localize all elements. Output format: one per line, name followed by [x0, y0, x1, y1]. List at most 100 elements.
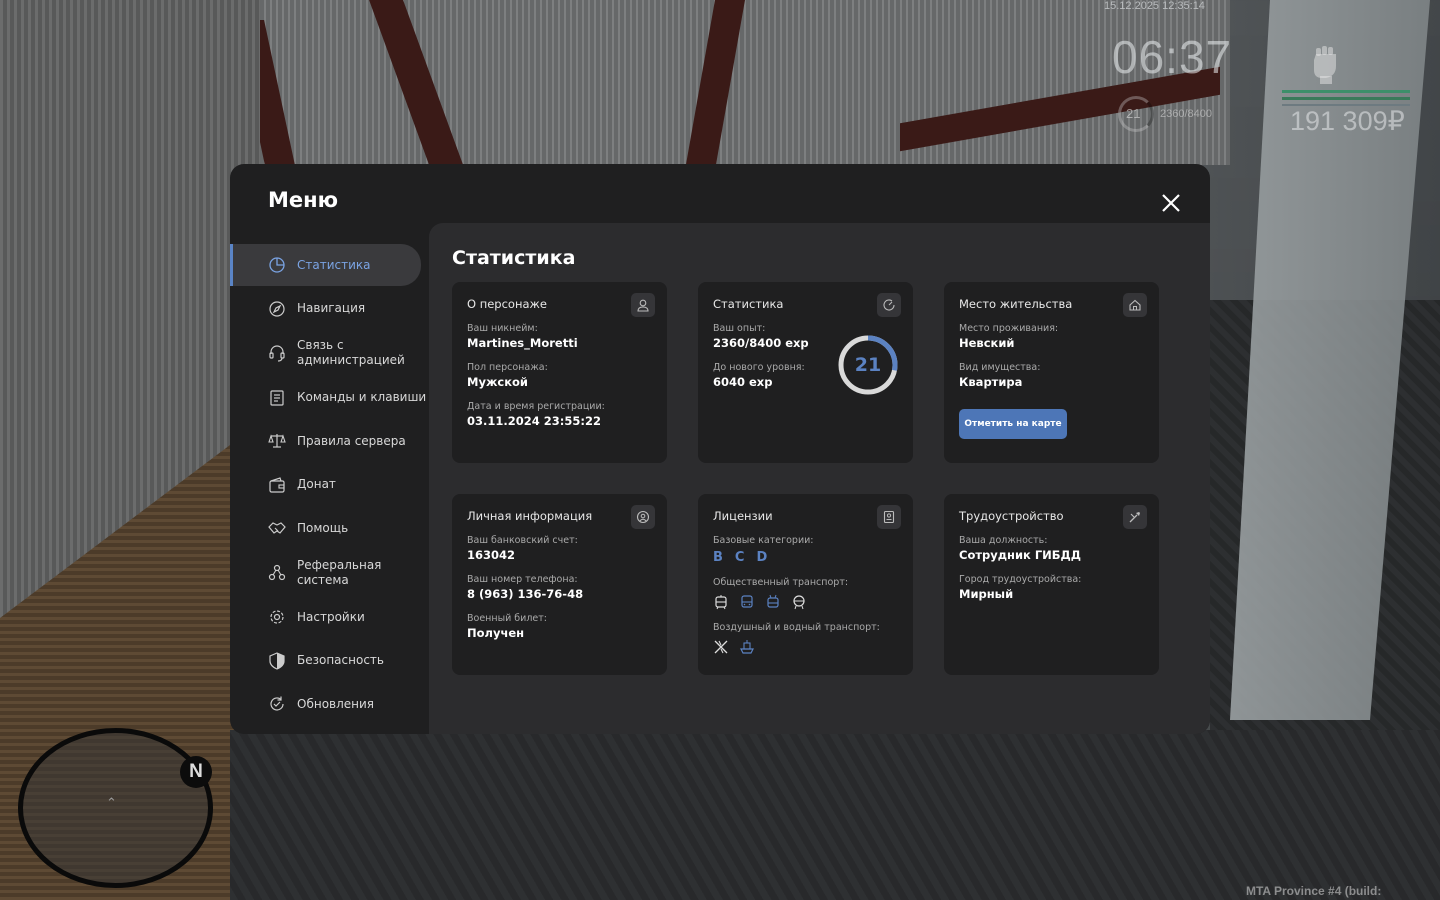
military-id-value: Получен [467, 626, 525, 640]
sidebar-item-label: Обновления [297, 696, 375, 711]
public-transport-icons [713, 594, 898, 610]
page-title: Статистика [452, 247, 576, 269]
sidebar-item-label: Навигация [297, 301, 366, 315]
sidebar-item-donate[interactable]: Донат [230, 464, 430, 506]
field-label: Место проживания: [959, 323, 1059, 334]
bank-account-value: 163042 [467, 548, 516, 562]
employment-city-value: Мирный [959, 587, 1014, 601]
card-title: Личная информация [467, 509, 593, 523]
field-label: Город трудоустройства: [959, 574, 1082, 585]
sidebar-item-help[interactable]: Помощь [230, 507, 430, 549]
build-info: MTA Province #4 (build: 6.12421.9) [1246, 884, 1382, 900]
document-icon [270, 389, 284, 406]
field-label: Вид имущества: [959, 362, 1041, 373]
card-title: Место жительства [959, 297, 1073, 311]
sidebar-item-statistics[interactable]: Статистика [230, 244, 421, 286]
level-progress-ring: 21 [837, 334, 899, 396]
sidebar-item-label: Правила сервера [297, 433, 406, 448]
field-label: Воздушный и водный транспорт: [713, 622, 880, 633]
menu-window: Меню Статистика Навигация Связь с админи… [230, 164, 1210, 734]
sidebar-item-admin-contact[interactable]: Связь с администрацией [230, 331, 430, 375]
licenses-card: Лицензии Базовые категории: B C D Общест… [698, 494, 913, 675]
position-value: Сотрудник ГИБДД [959, 548, 1082, 562]
hud-level: 21 [1126, 106, 1141, 121]
sidebar: Статистика Навигация Связь с администрац… [230, 244, 430, 727]
shield-icon [269, 651, 285, 670]
category-d: D [756, 550, 768, 565]
sidebar-item-label: Связь с администрацией [297, 338, 405, 367]
card-title: Статистика [713, 297, 784, 311]
field-label: Пол персонажа: [467, 362, 548, 373]
hud-clock: 06:37 [1112, 31, 1233, 83]
bottom-floor [230, 730, 1440, 900]
sidebar-item-settings[interactable]: Настройки [230, 596, 430, 638]
registration-value: 03.11.2024 23:55:22 [467, 414, 601, 428]
fist-icon [1314, 46, 1336, 84]
boat-icon [740, 640, 754, 654]
field-label: Ваш банковский счет: [467, 535, 578, 546]
sidebar-item-security[interactable]: Безопасность [230, 640, 430, 682]
pie-chart-icon [269, 257, 285, 273]
experience-card: Статистика Ваш опыт: 2360/8400 exp До но… [698, 282, 913, 463]
hud-exp: 2360/8400 [1160, 108, 1212, 120]
hud-datetime: 15.12.2025 12:35:14 [1104, 0, 1205, 12]
sidebar-item-label: Помощь [297, 520, 349, 535]
metro-icon [793, 595, 805, 610]
tram-icon [715, 595, 727, 610]
property-value: Квартира [959, 375, 1023, 389]
sidebar-item-navigation[interactable]: Навигация [230, 288, 430, 330]
handshake-icon [268, 522, 286, 534]
field-label: Ваш никнейм: [467, 323, 538, 334]
field-label: Ваш номер телефона: [467, 574, 578, 585]
phone-value: 8 (963) 136-76-48 [467, 587, 584, 601]
sidebar-item-updates[interactable]: Обновления [230, 683, 430, 725]
sidebar-item-referral[interactable]: Реферальная система [230, 551, 430, 595]
sidebar-item-commands[interactable]: Команды и клавиши [230, 377, 430, 419]
sidebar-item-label: Команды и клавиши [297, 390, 427, 404]
card-title: Лицензии [713, 509, 773, 523]
referral-icon [268, 564, 286, 580]
gear-icon [270, 610, 284, 624]
id-card-icon [877, 505, 901, 529]
house-icon [1123, 293, 1147, 317]
sidebar-item-label: Статистика [297, 257, 371, 272]
character-card: О персонаже Ваш никнейм: Martines_Morett… [452, 282, 667, 463]
wallet-icon [269, 476, 285, 493]
personal-info-card: Личная информация Ваш банковский счет: 1… [452, 494, 667, 675]
category-c: C [734, 550, 745, 565]
category-b: B [713, 550, 723, 565]
user-icon [631, 293, 655, 317]
sidebar-item-rules[interactable]: Правила сервера [230, 420, 430, 462]
field-label: Базовые категории: [713, 535, 814, 546]
health-bar [1282, 90, 1410, 93]
statistics-panel: Статистика О персонаже Ваш никнейм: Mart… [429, 223, 1210, 734]
sidebar-item-label: Реферальная система [297, 557, 382, 587]
nickname-value: Martines_Moretti [467, 336, 578, 350]
mark-on-map-button[interactable]: Отметить на карте [959, 409, 1067, 439]
place-value: Невский [959, 336, 1015, 350]
sidebar-item-label: Настройки [297, 609, 365, 624]
card-title: О персонаже [467, 297, 547, 311]
field-label: Общественный транспорт: [713, 577, 849, 588]
residence-card: Место жительства Место проживания: Невск… [944, 282, 1159, 463]
compass-icon [269, 300, 285, 317]
hud-money: 191 309₽ [1290, 106, 1405, 136]
field-label: Ваш опыт: [713, 323, 766, 334]
sidebar-item-label: Безопасность [297, 653, 384, 667]
field-label: Военный билет: [467, 613, 547, 624]
person-circle-icon [631, 505, 655, 529]
headset-icon [269, 345, 285, 362]
close-icon[interactable] [1154, 186, 1188, 220]
scales-icon [268, 434, 286, 448]
speedometer-icon [877, 293, 901, 317]
plane-icon [714, 640, 728, 654]
refresh-icon [270, 696, 284, 711]
employment-card: Трудоустройство Ваша должность: Сотрудни… [944, 494, 1159, 675]
card-title: Трудоустройство [959, 509, 1064, 523]
air-water-transport-icons [713, 639, 898, 655]
bus-icon [741, 595, 753, 608]
license-categories: B C D [713, 550, 898, 565]
gender-value: Мужской [467, 375, 528, 389]
trolleybus-icon [767, 594, 779, 608]
player-arrow-icon: ⌃ [106, 796, 117, 811]
